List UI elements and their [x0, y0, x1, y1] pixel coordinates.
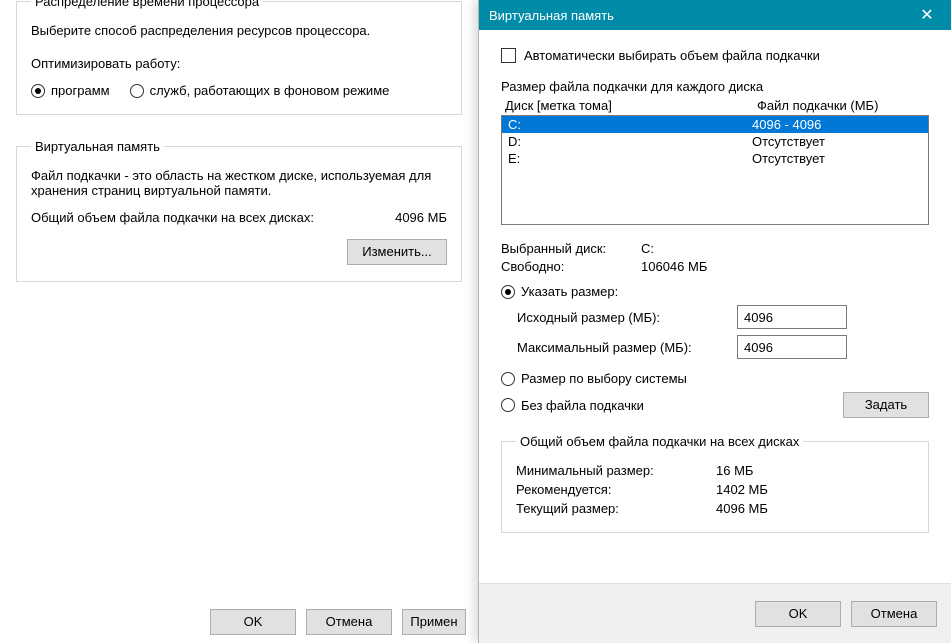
vm-cancel-button[interactable]: Отмена [851, 601, 937, 627]
recommended-size-value: 1402 МБ [716, 482, 768, 497]
pagefile-size-options: Указать размер: Исходный размер (МБ): Ма… [501, 284, 929, 418]
processor-scheduling-legend: Распределение времени процессора [31, 0, 263, 9]
virtual-memory-dialog: Виртуальная память ✕ Автоматически выбир… [478, 0, 951, 643]
total-pagefile-value: 4096 МБ [357, 210, 447, 225]
optimize-for-label: Оптимизировать работу: [31, 56, 447, 71]
min-size-row: Минимальный размер: 16 МБ [516, 463, 914, 478]
radio-empty-icon [130, 84, 144, 98]
radio-custom-size[interactable]: Указать размер: [501, 284, 929, 299]
max-size-input[interactable] [737, 335, 847, 359]
vm-titlebar: Виртуальная память ✕ [479, 0, 951, 30]
change-button[interactable]: Изменить... [347, 239, 447, 265]
change-button-row: Изменить... [31, 239, 447, 265]
current-size-row: Текущий размер: 4096 МБ [516, 501, 914, 516]
ok-button[interactable]: OK [210, 609, 296, 635]
vm-ok-button[interactable]: OK [755, 601, 841, 627]
radio-programs[interactable]: программ [31, 83, 110, 98]
current-size-value: 4096 МБ [716, 501, 768, 516]
drive-name: C: [508, 117, 752, 132]
initial-size-label: Исходный размер (МБ): [517, 310, 737, 325]
selected-drive-label: Выбранный диск: [501, 241, 641, 256]
virtual-memory-legend: Виртуальная память [31, 139, 164, 154]
drive-list-header: Диск [метка тома] Файл подкачки (МБ) [503, 98, 927, 113]
radio-system-managed-label: Размер по выбору системы [521, 371, 687, 386]
vm-body: Автоматически выбирать объем файла подка… [479, 30, 951, 583]
max-size-label: Максимальный размер (МБ): [517, 340, 737, 355]
processor-scheduling-group: Распределение времени процессора Выберит… [16, 0, 462, 115]
processor-scheduling-desc: Выберите способ распределения ресурсов п… [31, 23, 447, 38]
recommended-size-label: Рекомендуется: [516, 482, 716, 497]
drive-name: D: [508, 134, 752, 149]
checkbox-empty-icon [501, 48, 516, 63]
virtual-memory-desc: Файл подкачки - это область на жестком д… [31, 168, 447, 198]
set-button[interactable]: Задать [843, 392, 929, 418]
optimize-for-radios: программ служб, работающих в фоновом реж… [31, 83, 447, 98]
current-size-label: Текущий размер: [516, 501, 716, 516]
no-pagefile-set-row: Без файла подкачки Задать [501, 392, 929, 418]
perf-dialog-buttons: OK Отмена Примен [0, 609, 478, 635]
close-icon[interactable]: ✕ [905, 0, 949, 30]
cancel-button[interactable]: Отмена [306, 609, 392, 635]
auto-manage-checkbox[interactable]: Автоматически выбирать объем файла подка… [501, 48, 820, 63]
total-pagefile-legend: Общий объем файла подкачки на всех диска… [516, 434, 803, 449]
drive-list[interactable]: C:4096 - 4096D:ОтсутствуетE:Отсутствует [501, 115, 929, 225]
col-drive-header: Диск [метка тома] [503, 98, 757, 113]
selected-drive-info: Выбранный диск: C: Свободно: 106046 МБ [501, 241, 929, 274]
apply-button[interactable]: Примен [402, 609, 466, 635]
col-pagefile-header: Файл подкачки (МБ) [757, 98, 927, 113]
radio-system-managed[interactable]: Размер по выбору системы [501, 371, 929, 386]
drive-pagefile: Отсутствует [752, 134, 922, 149]
free-space-row: Свободно: 106046 МБ [501, 259, 929, 274]
drive-row[interactable]: C:4096 - 4096 [502, 116, 928, 133]
radio-services[interactable]: служб, работающих в фоновом режиме [130, 83, 390, 98]
virtual-memory-group: Виртуальная память Файл подкачки - это о… [16, 139, 462, 282]
drive-row[interactable]: E:Отсутствует [502, 150, 928, 167]
selected-drive-row: Выбранный диск: C: [501, 241, 929, 256]
vm-dialog-buttons: OK Отмена [479, 583, 951, 643]
drive-list-label: Размер файла подкачки для каждого диска [501, 79, 929, 94]
radio-programs-label: программ [51, 83, 110, 98]
max-size-row: Максимальный размер (МБ): [517, 335, 929, 359]
drive-pagefile: Отсутствует [752, 151, 922, 166]
radio-no-pagefile[interactable]: Без файла подкачки [501, 398, 644, 413]
free-space-label: Свободно: [501, 259, 641, 274]
initial-size-input[interactable] [737, 305, 847, 329]
recommended-size-row: Рекомендуется: 1402 МБ [516, 482, 914, 497]
radio-custom-size-label: Указать размер: [521, 284, 618, 299]
initial-size-row: Исходный размер (МБ): [517, 305, 929, 329]
radio-services-label: служб, работающих в фоновом режиме [150, 83, 390, 98]
radio-dot-icon [31, 84, 45, 98]
total-pagefile-group: Общий объем файла подкачки на всех диска… [501, 434, 929, 533]
radio-empty-icon [501, 372, 515, 386]
min-size-label: Минимальный размер: [516, 463, 716, 478]
free-space-value: 106046 МБ [641, 259, 707, 274]
radio-no-pagefile-label: Без файла подкачки [521, 398, 644, 413]
performance-options-dialog: Распределение времени процессора Выберит… [0, 0, 478, 643]
min-size-value: 16 МБ [716, 463, 753, 478]
drive-row[interactable]: D:Отсутствует [502, 133, 928, 150]
drive-pagefile: 4096 - 4096 [752, 117, 922, 132]
auto-manage-label: Автоматически выбирать объем файла подка… [524, 48, 820, 63]
drive-name: E: [508, 151, 752, 166]
total-pagefile-row: Общий объем файла подкачки на всех диска… [31, 210, 447, 225]
selected-drive-value: C: [641, 241, 654, 256]
radio-empty-icon [501, 398, 515, 412]
radio-dot-icon [501, 285, 515, 299]
vm-title: Виртуальная память [489, 8, 905, 23]
total-pagefile-label: Общий объем файла подкачки на всех диска… [31, 210, 357, 225]
